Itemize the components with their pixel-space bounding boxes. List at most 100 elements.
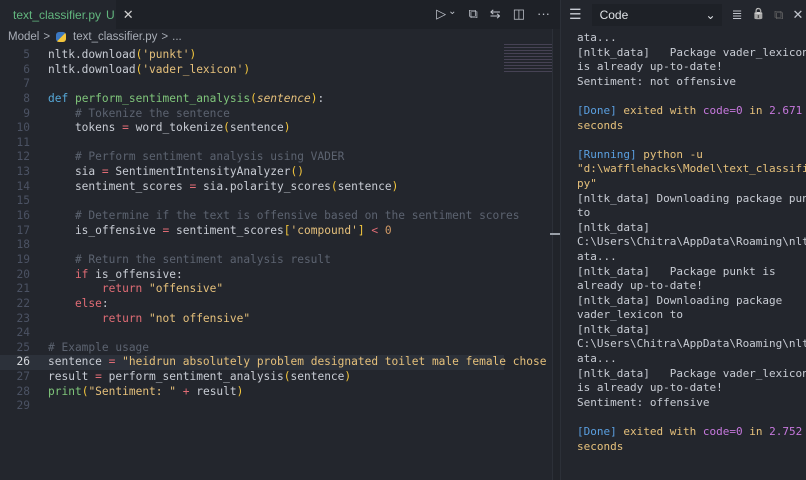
code-line: 6 nltk.download('vader_lexicon') [0, 63, 504, 78]
code-line: 19 # Return the sentiment analysis resul… [0, 253, 504, 268]
output-line: [nltk_data] [577, 221, 806, 236]
line-number: 6 [23, 62, 30, 76]
output-text: already up-to-date! [577, 279, 703, 293]
code-token: ( [283, 370, 291, 384]
code-token: = [101, 165, 109, 179]
code-token: ] [357, 223, 365, 237]
breadcrumb-symbols[interactable]: ... [172, 31, 182, 43]
run-dropdown-icon[interactable]: ⌄ [448, 6, 456, 22]
output-text: is already up-to-date! [577, 381, 723, 395]
code-token: < [364, 223, 385, 237]
code-token: # Example usage [48, 340, 150, 354]
code-token: ) [344, 370, 352, 384]
clear-output-icon[interactable]: ≣ [732, 7, 743, 23]
code-token: sentiment_scores [48, 179, 190, 193]
tab-filename: text_classifier.py [13, 7, 102, 22]
code-token: ) [391, 179, 399, 193]
code-token: ( [330, 179, 338, 193]
line-number: 17 [16, 223, 30, 237]
code-token: nltk.download [48, 48, 136, 61]
chevron-down-icon: ⌄ [705, 7, 716, 22]
code-token: sentence [48, 355, 109, 369]
python-file-icon [56, 32, 67, 42]
code-token: sentence [290, 370, 345, 384]
code-line: 12 # Perform sentiment analysis using VA… [0, 150, 504, 165]
code-token: result [48, 370, 96, 384]
output-text: [nltk_data] [577, 220, 650, 234]
breadcrumb-file[interactable]: text_classifier.py [73, 31, 157, 43]
output-text: [Done] [577, 425, 617, 439]
code-token: sia [48, 165, 102, 179]
breadcrumb-folder[interactable]: Model [8, 31, 39, 43]
output-text: to [577, 206, 591, 220]
output-icon[interactable]: ☰ [569, 6, 582, 23]
code-token: perform_sentiment_analysis [74, 91, 251, 105]
line-number: 18 [16, 238, 30, 252]
code-token: ) [283, 121, 291, 135]
output-text: in [742, 103, 770, 117]
line-number: 15 [16, 194, 30, 208]
tab-bar: text_classifier.py U ✕ ▷ ⌄ ⧉ ⇆ ◫ ··· [0, 0, 560, 29]
breadcrumb: Model > text_classifier.py > ... [0, 29, 560, 45]
code-token: [ [283, 223, 291, 237]
output-channel-value: Code [599, 7, 629, 22]
output-channel-select[interactable]: Code ⌄ [591, 3, 722, 26]
output-text: 2.671 [769, 103, 803, 117]
output-line: ata... [577, 250, 806, 265]
output-line: seconds [577, 440, 806, 455]
output-header: ☰ Code ⌄ ≣ 🔒 ⧉ ✕ [561, 0, 806, 29]
code-token: = [95, 370, 102, 384]
output-text: Sentiment: not offensive [577, 74, 736, 88]
output-text: C:\Users\Chitra\AppData\Roaming\nltk_d [577, 337, 806, 351]
code-line: 26 sentence = "heidrun absolutely problem… [0, 355, 567, 371]
code-token: sentence [337, 179, 392, 193]
editor-scrollbar[interactable] [552, 29, 560, 480]
more-actions-icon[interactable]: ··· [537, 6, 550, 22]
output-text: [nltk_data] Downloading package [577, 293, 783, 307]
line-number: 28 [16, 384, 30, 398]
code-token: "heidrun absolutely problem designated t… [115, 355, 567, 369]
run-icon[interactable]: ▷ [436, 6, 446, 22]
split-editor-icon[interactable]: ◫ [513, 6, 525, 22]
output-text: is already up-to-date! [577, 60, 723, 74]
line-number: 8 [23, 91, 30, 105]
open-changes-icon[interactable]: ⧉ [469, 6, 478, 22]
copy-icon[interactable]: ⧉ [774, 7, 783, 23]
tab-text-classifier[interactable]: text_classifier.py U ✕ [0, 0, 134, 29]
output-text: vader_lexicon to [577, 308, 683, 322]
close-tab-icon[interactable]: ✕ [123, 7, 134, 23]
line-number: 29 [16, 399, 30, 413]
code-token: ) [243, 62, 251, 76]
code-token: 0 [384, 223, 392, 237]
code-line: 22 else: [0, 297, 504, 312]
code-token: # Return the sentiment analysis result [48, 252, 331, 266]
output-line: C:\Users\Chitra\AppData\Roaming\nltk_d [577, 337, 806, 352]
code-line: 28 print("Sentiment: " + result) [0, 385, 504, 400]
lock-scroll-icon[interactable]: 🔒 [751, 7, 765, 23]
code-area[interactable]: 5 nltk.download ('punkt') 6 nltk.download ('v… [0, 48, 567, 414]
code-token: perform_sentiment_analysis [101, 370, 284, 384]
code-token: # Tokenize the sentence [48, 106, 230, 120]
code-token: tokens [48, 121, 123, 135]
code-token: "offensive" [149, 282, 224, 296]
minimap[interactable] [504, 42, 552, 72]
output-line: [nltk_data] Downloading package [577, 294, 806, 309]
code-token: return [48, 311, 150, 325]
compare-icon[interactable]: ⇆ [490, 6, 501, 22]
output-text: [nltk_data] [577, 322, 650, 336]
close-panel-icon[interactable]: ✕ [792, 7, 803, 23]
output-text: [nltk_data] Package vader_lexicon [577, 45, 806, 59]
output-line: [nltk_data] Package vader_lexicon [577, 46, 806, 61]
code-line: 23 return "not offensive" [0, 312, 504, 327]
code-token: word_tokenize [128, 121, 224, 135]
output-text: code=0 [702, 103, 743, 117]
output-line: C:\Users\Chitra\AppData\Roaming\nltk_d [577, 235, 806, 250]
code-token: # Perform sentiment analysis using VADER [48, 150, 345, 164]
untracked-badge: U [106, 7, 115, 22]
code-line: 11 [0, 136, 504, 151]
output-line: ata... [577, 31, 806, 46]
line-number: 27 [16, 370, 30, 384]
output-line: Sentiment: offensive [577, 396, 806, 411]
output-text: [nltk_data] Package vader_lexicon [577, 366, 806, 380]
